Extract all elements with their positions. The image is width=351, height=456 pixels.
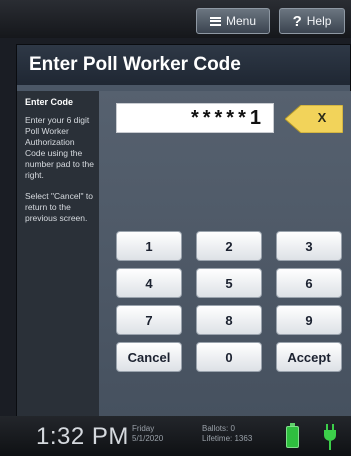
key-4[interactable]: 4: [116, 268, 182, 298]
key-0[interactable]: 0: [196, 342, 262, 372]
hamburger-icon: [209, 16, 221, 26]
backspace-button[interactable]: X: [285, 105, 343, 133]
sidebar-instruction: Enter your 6 digit Poll Worker Authoriza…: [25, 114, 94, 180]
main-panel: Enter Poll Worker Code Enter Code Enter …: [16, 44, 351, 417]
help-label: Help: [306, 14, 332, 28]
page-title: Enter Poll Worker Code: [17, 45, 350, 85]
sidebar-heading: Enter Code: [25, 97, 74, 107]
key-6[interactable]: 6: [276, 268, 342, 298]
clock-time: 1:32 PM: [36, 423, 129, 450]
ballots-label: Ballots:: [202, 424, 229, 433]
cancel-button[interactable]: Cancel: [116, 342, 182, 372]
power-plug-icon: [324, 424, 336, 450]
question-mark-icon: ?: [292, 12, 302, 30]
key-2[interactable]: 2: [196, 231, 262, 261]
sidebar-cancel-hint: Select "Cancel" to return to the previou…: [25, 190, 93, 224]
ballot-counts: Ballots: 0 Lifetime: 1363: [202, 424, 252, 445]
accept-button[interactable]: Accept: [276, 342, 342, 372]
poll-worker-code-screen: Menu ? Help Enter Poll Worker Code Enter…: [0, 0, 351, 456]
code-display-field: *****1: [116, 103, 274, 133]
lifetime-value: 1363: [234, 434, 253, 444]
key-8[interactable]: 8: [196, 305, 262, 335]
lifetime-label: Lifetime:: [202, 434, 233, 444]
instructions-sidebar: Enter Code Enter your 6 digit Poll Worke…: [17, 91, 99, 417]
key-9[interactable]: 9: [276, 305, 342, 335]
key-7[interactable]: 7: [116, 305, 182, 335]
code-entry-area: *****1 X 1 2 3 4 5 6 7 8 9 Cancel 0 Acce…: [99, 91, 351, 417]
menu-button[interactable]: Menu: [196, 8, 270, 34]
day-label: Friday: [132, 424, 155, 433]
menu-label: Menu: [225, 14, 257, 28]
help-button[interactable]: ? Help: [279, 8, 345, 34]
status-bar: 1:32 PM Friday 5/1/2020 Ballots: 0 Lifet…: [0, 416, 351, 456]
top-toolbar: Menu ? Help: [0, 0, 351, 38]
ballots-value: 0: [230, 424, 235, 433]
key-5[interactable]: 5: [196, 268, 262, 298]
key-3[interactable]: 3: [276, 231, 342, 261]
battery-icon: [286, 423, 299, 448]
date-label: 5/1/2020: [132, 434, 164, 444]
key-1[interactable]: 1: [116, 231, 182, 261]
date-display: Friday 5/1/2020: [132, 424, 163, 445]
backspace-label: X: [317, 110, 327, 125]
